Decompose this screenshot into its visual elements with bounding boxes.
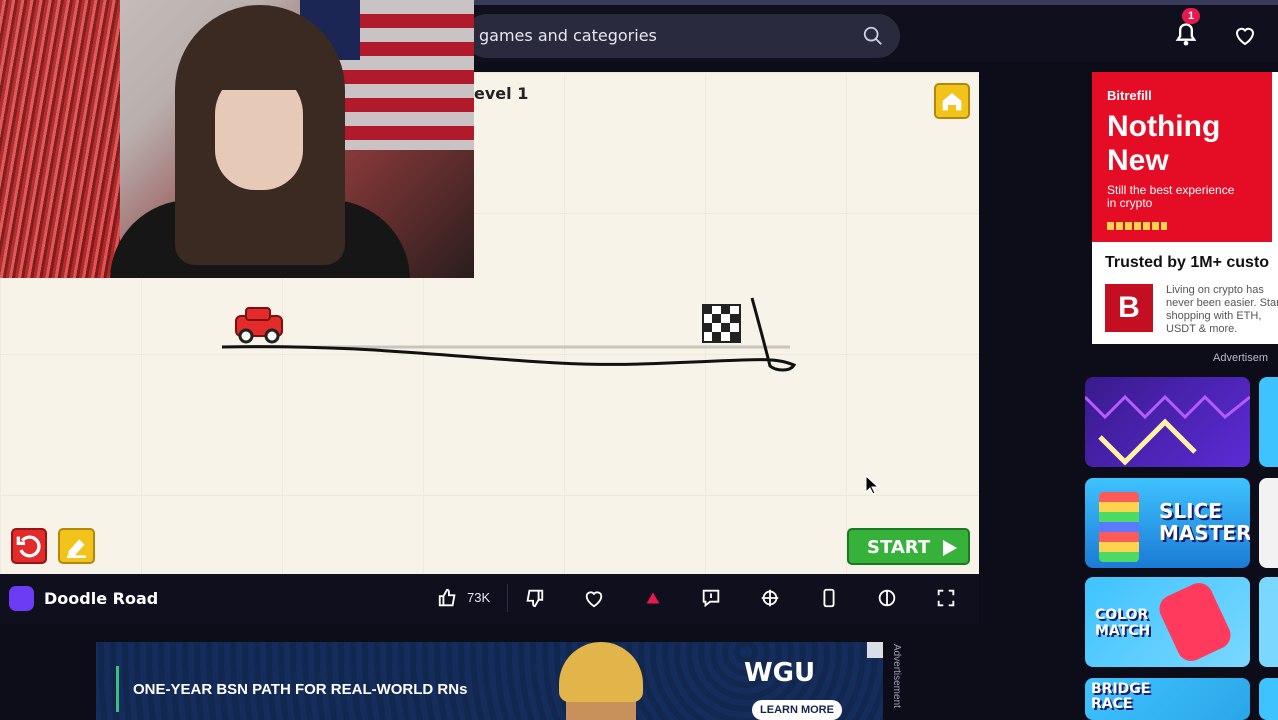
- comment-icon[interactable]: [700, 587, 722, 609]
- webcam-person-bangs: [200, 20, 320, 90]
- ad-vertical-label: Advertisement: [891, 644, 902, 708]
- ad-accent-bar: [116, 666, 119, 712]
- bottom-banner-ad[interactable]: ONE-YEAR BSN PATH FOR REAL-WORLD RNs WGU…: [96, 642, 883, 720]
- play-icon: [943, 540, 957, 556]
- popsicle-art: [1154, 578, 1236, 666]
- fullscreen-icon[interactable]: [935, 587, 957, 609]
- thumbs-up-icon[interactable]: [437, 587, 459, 609]
- game-thumb-bridge-race[interactable]: BRIDGE RACE: [1085, 678, 1250, 720]
- site-logo-icon[interactable]: [9, 586, 34, 611]
- ad-close-icon[interactable]: [867, 642, 883, 658]
- search-input[interactable]: games and categories: [479, 26, 657, 45]
- favorite-heart-icon[interactable]: [583, 587, 605, 609]
- thumb-label: BRIDGE RACE: [1091, 681, 1151, 712]
- mobile-icon[interactable]: [818, 587, 840, 609]
- notification-badge: 1: [1182, 8, 1200, 24]
- thumb-label: COLOR MATCH: [1095, 607, 1151, 639]
- start-label: START: [867, 537, 931, 558]
- game-thumb-partial[interactable]: [1259, 377, 1278, 467]
- ad-brand: WGU: [744, 658, 816, 688]
- search-bar[interactable]: games and categories: [465, 14, 900, 58]
- sidebar-ad[interactable]: Bitrefill Nothing New Still the best exp…: [1092, 72, 1278, 344]
- restart-button[interactable]: [11, 528, 47, 564]
- game-thumb-slice-master[interactable]: SLICE MASTER: [1085, 478, 1250, 568]
- ad-small-text: Living on crypto has never been easier. …: [1166, 284, 1278, 335]
- ad-subtext: Still the best experience in crypto: [1107, 183, 1235, 210]
- game-action-bar: Doodle Road 73K: [0, 574, 979, 624]
- eraser-button[interactable]: [58, 528, 95, 564]
- ad-headline: ONE-YEAR BSN PATH FOR REAL-WORLD RNs: [133, 681, 468, 698]
- eraser-icon: [67, 539, 86, 558]
- ad-brand-bitrefill: Bitrefill: [1107, 88, 1152, 103]
- car-icon: [235, 307, 283, 344]
- mouse-cursor-icon: [865, 475, 879, 495]
- zigzag-art: [1085, 394, 1250, 466]
- pin-icon[interactable]: [642, 587, 664, 609]
- webcam-tinsel: [0, 0, 120, 278]
- thumbs-down-icon[interactable]: [523, 587, 545, 609]
- search-icon[interactable]: [862, 25, 884, 47]
- game-thumb-partial[interactable]: [1259, 577, 1278, 667]
- heart-icon[interactable]: [1233, 23, 1257, 47]
- ad-headline-side: Nothing New: [1107, 110, 1221, 177]
- learn-more-button[interactable]: LEARN MORE: [752, 700, 842, 720]
- thumb-label: SLICE MASTER: [1159, 499, 1250, 545]
- ad-b-logo: B: [1105, 284, 1153, 332]
- game-thumb-partial[interactable]: [1259, 478, 1278, 568]
- game-thumb-partial[interactable]: [1259, 678, 1278, 720]
- theater-mode-icon[interactable]: [876, 587, 898, 609]
- game-thumb-color-match[interactable]: COLOR MATCH: [1085, 577, 1250, 667]
- divider: [507, 584, 508, 612]
- restart-icon: [16, 535, 41, 558]
- bell-icon[interactable]: [1172, 21, 1200, 49]
- game-title: Doodle Road: [44, 589, 159, 608]
- start-button[interactable]: START: [847, 528, 970, 565]
- advertisement-label: Advertisem: [1213, 352, 1269, 364]
- ad-trusted-text: Trusted by 1M+ custo: [1105, 254, 1270, 271]
- controller-icon[interactable]: [759, 587, 781, 609]
- crypto-coins-icon: [1107, 222, 1167, 230]
- webcam-overlay: [0, 0, 474, 278]
- stack-art: [1099, 492, 1139, 562]
- finish-flag-icon: [702, 304, 741, 343]
- sidebar-ad-banner: Bitrefill Nothing New Still the best exp…: [1092, 72, 1272, 242]
- game-thumb-geometry[interactable]: [1085, 377, 1250, 467]
- like-count: 73K: [467, 590, 491, 605]
